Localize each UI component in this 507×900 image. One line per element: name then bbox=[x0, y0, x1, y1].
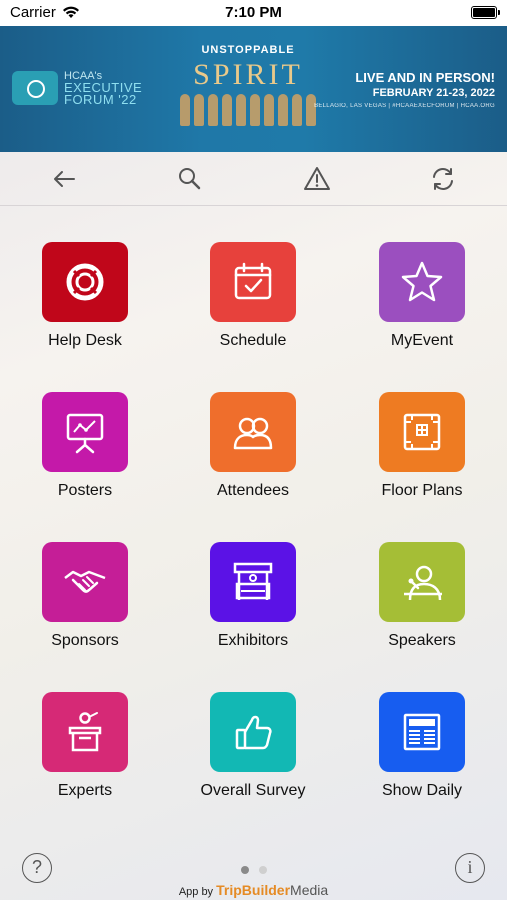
tile-experts[interactable]: Experts bbox=[1, 692, 169, 800]
search-button[interactable] bbox=[176, 165, 204, 193]
tile-exhibitors-box bbox=[210, 542, 296, 622]
tile-label: Experts bbox=[57, 782, 113, 799]
tile-label: Floor Plans bbox=[381, 482, 463, 499]
thumbs-up-icon bbox=[235, 715, 272, 750]
tile-schedule[interactable]: Schedule bbox=[169, 242, 337, 350]
tile-label: Schedule bbox=[219, 332, 287, 349]
banner-center: UNSTOPPABLE SPIRIT bbox=[163, 26, 333, 152]
presentation-board-icon bbox=[66, 413, 104, 454]
tile-label: Overall Survey bbox=[200, 782, 306, 799]
info-button[interactable]: i bbox=[455, 853, 485, 883]
podium-icon bbox=[68, 712, 102, 752]
tile-speakers-box bbox=[379, 542, 465, 622]
tile-label: Attendees bbox=[216, 482, 290, 499]
banner-live: LIVE AND IN PERSON! bbox=[355, 70, 495, 85]
toolbar bbox=[0, 152, 507, 206]
banner-dates: FEBRUARY 21-23, 2022 bbox=[372, 87, 495, 99]
battery-icon bbox=[471, 6, 500, 19]
event-logo: HCAA's EXECUTIVE FORUM '22 bbox=[12, 70, 142, 106]
newspaper-icon bbox=[403, 713, 441, 751]
tile-schedule-box bbox=[210, 242, 296, 322]
tile-posters-box bbox=[42, 392, 128, 472]
banner-title: SPIRIT bbox=[193, 58, 303, 91]
tile-label: Speakers bbox=[388, 632, 456, 649]
back-button[interactable] bbox=[50, 165, 78, 193]
people-icon bbox=[233, 417, 273, 450]
tile-overall-survey-box bbox=[210, 692, 296, 772]
tile-exhibitors[interactable]: Exhibitors bbox=[169, 542, 337, 650]
status-bar: Carrier 7:10 PM bbox=[0, 0, 507, 26]
brand-main: TripBuilder bbox=[216, 882, 291, 898]
brand-suffix: Media bbox=[290, 882, 329, 898]
tile-label: Exhibitors bbox=[217, 632, 289, 649]
tile-label: Posters bbox=[57, 482, 113, 499]
logo-line3: FORUM '22 bbox=[64, 92, 137, 107]
speaker-person-icon bbox=[404, 565, 442, 601]
tile-myevent-box bbox=[379, 242, 465, 322]
logo-mark-icon bbox=[12, 71, 58, 105]
event-banner[interactable]: HCAA's EXECUTIVE FORUM '22 UNSTOPPABLE S… bbox=[0, 26, 507, 152]
star-icon bbox=[401, 261, 443, 302]
search-icon bbox=[179, 168, 201, 190]
dancers-illustration bbox=[163, 94, 333, 126]
tile-attendees-box bbox=[210, 392, 296, 472]
page-dot[interactable] bbox=[258, 866, 267, 874]
app-credit[interactable]: App by TripBuilderMedia bbox=[0, 882, 507, 898]
banner-location: BELLAGIO, LAS VEGAS | #HCAAEXECFORUM | H… bbox=[314, 103, 495, 109]
tile-myevent[interactable]: MyEvent bbox=[338, 242, 506, 350]
tile-floor-plans[interactable]: Floor Plans bbox=[338, 392, 506, 500]
banner-kicker: UNSTOPPABLE bbox=[201, 44, 295, 56]
tile-show-daily-box bbox=[379, 692, 465, 772]
handshake-icon bbox=[64, 570, 106, 593]
tile-show-daily[interactable]: Show Daily bbox=[338, 692, 506, 800]
refresh-button[interactable] bbox=[429, 165, 457, 193]
tile-label: Show Daily bbox=[381, 782, 463, 799]
alert-button[interactable] bbox=[303, 165, 331, 193]
tile-help-desk-box bbox=[42, 242, 128, 322]
booth-icon bbox=[233, 562, 273, 600]
tile-label: Sponsors bbox=[51, 632, 119, 649]
app-by-label: App by bbox=[178, 886, 214, 898]
alert-triangle-icon bbox=[304, 167, 330, 190]
floor-plan-icon bbox=[403, 413, 441, 451]
tile-label: MyEvent bbox=[390, 332, 454, 349]
tile-speakers[interactable]: Speakers bbox=[338, 542, 506, 650]
page-dot-active[interactable] bbox=[240, 866, 249, 874]
back-arrow-icon bbox=[54, 171, 75, 187]
banner-event-info: LIVE AND IN PERSON! FEBRUARY 21-23, 2022… bbox=[314, 70, 495, 109]
tile-attendees[interactable]: Attendees bbox=[169, 392, 337, 500]
calendar-check-icon bbox=[234, 262, 272, 300]
tile-experts-box bbox=[42, 692, 128, 772]
tile-floor-plans-box bbox=[379, 392, 465, 472]
brand-logo: TripBuilderMedia bbox=[216, 882, 328, 898]
page-indicator[interactable] bbox=[0, 866, 507, 874]
tile-label: Help Desk bbox=[48, 332, 122, 349]
refresh-icon bbox=[433, 168, 453, 190]
tile-overall-survey[interactable]: Overall Survey bbox=[169, 692, 337, 800]
tile-posters[interactable]: Posters bbox=[1, 392, 169, 500]
lifebuoy-icon bbox=[66, 263, 104, 301]
tile-sponsors-box bbox=[42, 542, 128, 622]
tile-sponsors[interactable]: Sponsors bbox=[1, 542, 169, 650]
tile-help-desk[interactable]: Help Desk bbox=[1, 242, 169, 350]
status-time: 7:10 PM bbox=[225, 4, 282, 21]
